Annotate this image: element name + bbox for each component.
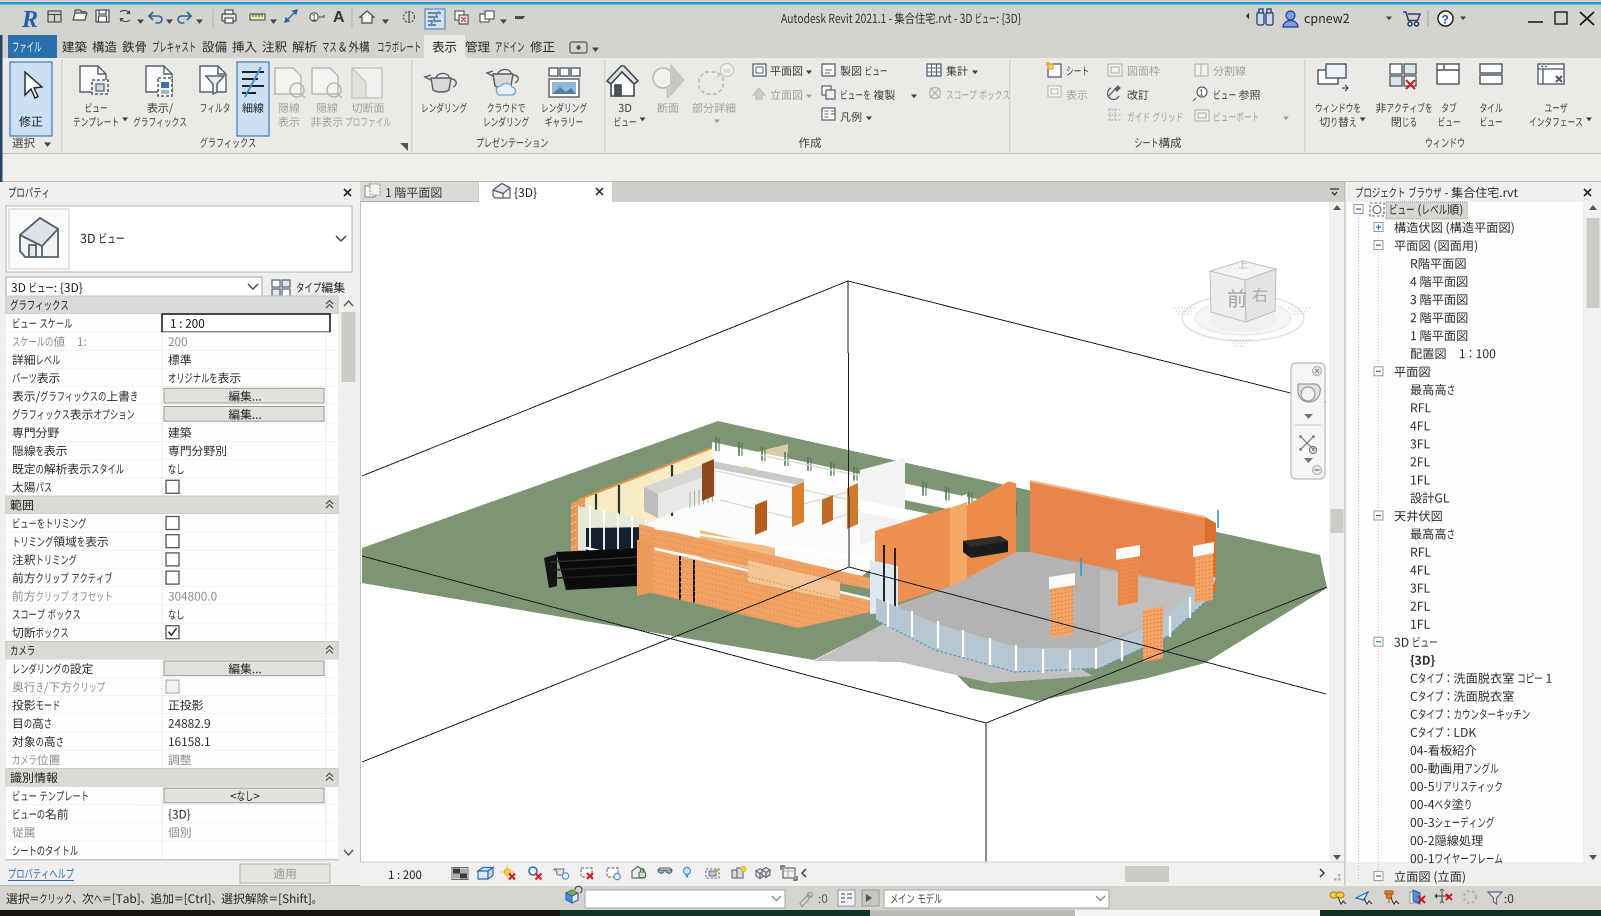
svg-text:A: A — [333, 9, 345, 26]
svg-text:1: 1 — [1199, 89, 1204, 98]
svg-text:1: 1 — [312, 13, 317, 23]
svg-text:R: R — [21, 7, 38, 33]
svg-text:?: ? — [1442, 13, 1449, 27]
